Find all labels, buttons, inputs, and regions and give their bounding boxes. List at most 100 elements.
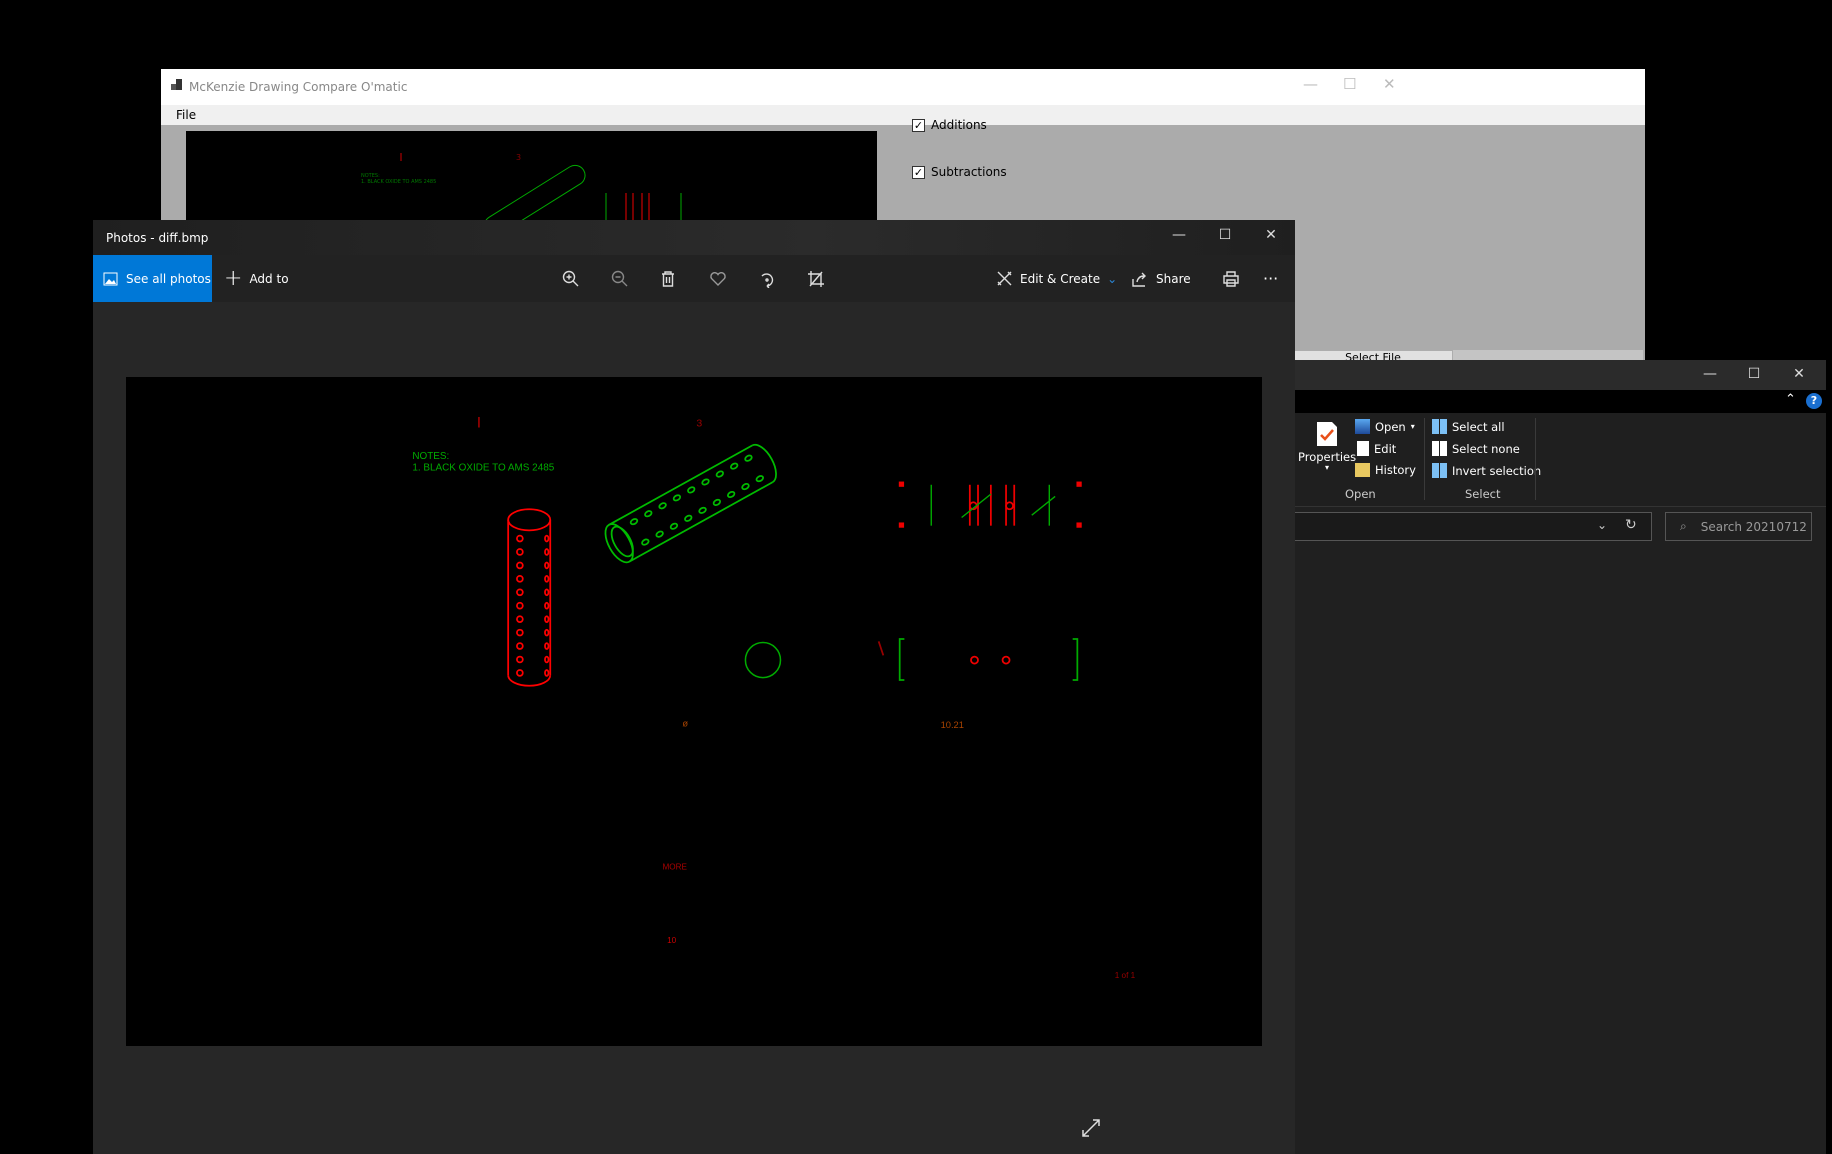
select-all-button[interactable]: Select all xyxy=(1432,419,1505,434)
history-label: History xyxy=(1375,463,1416,477)
open-button[interactable]: Open ▾ xyxy=(1355,419,1415,434)
hole xyxy=(544,588,550,597)
close-button[interactable]: ✕ xyxy=(1776,366,1822,382)
search-placeholder: Search 20210712 xyxy=(1700,519,1807,534)
hole xyxy=(544,642,550,650)
subtractions-checkbox[interactable]: ✓ Subtractions xyxy=(912,165,1007,179)
divider xyxy=(1535,418,1536,500)
more-icon: ··· xyxy=(1263,269,1279,288)
image-viewer[interactable]: 3 NOTES: 1. BLACK OXIDE TO AMS 2485 10.2 xyxy=(126,377,1262,1046)
title-bar: McKenzie Drawing Compare O'matic — ☐ ✕ xyxy=(161,69,1645,105)
hole xyxy=(715,470,724,478)
subtractions-label: Subtractions xyxy=(931,165,1007,179)
favorite-button[interactable] xyxy=(709,255,727,302)
svg-text:3: 3 xyxy=(516,153,521,162)
maximize-button[interactable]: ☐ xyxy=(1343,75,1356,93)
invert-selection-label: Invert selection xyxy=(1452,463,1542,478)
edit-create-button[interactable]: Edit & Create ⌄ xyxy=(996,255,1117,302)
edit-create-icon xyxy=(997,271,1012,286)
group-label-open: Open xyxy=(1345,487,1376,501)
expand-icon[interactable] xyxy=(1081,1118,1101,1138)
dropdown-arrow-icon: ▾ xyxy=(1325,463,1330,472)
maximize-button[interactable]: ☐ xyxy=(1731,366,1777,382)
crop-button[interactable] xyxy=(807,255,825,302)
file-explorer-window: — ☐ ✕ ⌃ ? Properties ▾ Open ▾ Edit History… xyxy=(1295,360,1826,1154)
select-all-label: Select all xyxy=(1452,419,1505,434)
hole xyxy=(687,486,696,494)
toolbar: See all photos + Add to Edit & Create ⌄ Sh… xyxy=(93,255,1295,302)
divider xyxy=(1424,418,1425,500)
photos-window: Photos - diff.bmp — ☐ ✕ See all photos +… xyxy=(93,220,1295,1154)
search-input[interactable]: ⌕ Search 20210712 xyxy=(1665,512,1812,541)
hole xyxy=(544,615,550,623)
minimize-button[interactable]: — xyxy=(1303,75,1318,93)
share-button[interactable]: Share xyxy=(1131,255,1191,302)
rotate-button[interactable] xyxy=(758,255,776,302)
share-icon xyxy=(1132,272,1146,287)
history-icon xyxy=(1355,463,1370,477)
hole xyxy=(730,462,739,470)
delete-icon xyxy=(662,270,674,287)
address-bar[interactable]: ⌄ ↻ xyxy=(1295,512,1652,541)
num-label: 10 xyxy=(667,936,677,945)
group-label-select: Select xyxy=(1465,487,1501,501)
checkmark-icon: ✓ xyxy=(912,118,925,132)
hole xyxy=(629,518,639,526)
edit-create-label: Edit & Create xyxy=(1020,271,1101,286)
edit-label: Edit xyxy=(1374,441,1397,456)
refresh-icon[interactable]: ↻ xyxy=(1625,517,1637,533)
select-none-button[interactable]: Select none xyxy=(1432,441,1520,456)
see-all-label: See all photos xyxy=(126,271,211,286)
maximize-button[interactable]: ☐ xyxy=(1202,227,1248,243)
open-label: Open xyxy=(1375,419,1406,434)
additions-checkbox[interactable]: ✓ Additions xyxy=(912,118,987,132)
more-label: MORE xyxy=(662,862,687,871)
add-to-label: Add to xyxy=(249,271,289,286)
hole xyxy=(516,575,524,583)
svg-text:ø: ø xyxy=(682,719,688,729)
edit-button[interactable]: Edit xyxy=(1357,441,1396,456)
more-button[interactable]: ··· xyxy=(1263,255,1278,302)
hole xyxy=(516,561,524,570)
drawing-preview: 3 NOTES: 1. BLACK OXIDE TO AMS 2485 xyxy=(186,131,877,231)
hole xyxy=(544,561,550,570)
hole xyxy=(544,669,550,677)
invert-selection-button[interactable]: Invert selection xyxy=(1432,463,1541,478)
properties-button[interactable]: Properties ▾ xyxy=(1298,421,1356,472)
minimize-button[interactable]: — xyxy=(1687,366,1733,382)
zoom-out-button[interactable] xyxy=(611,255,629,302)
add-to-button[interactable]: + Add to xyxy=(224,255,289,302)
see-all-photos-button[interactable]: See all photos xyxy=(93,255,212,302)
chevron-down-icon[interactable]: ⌄ xyxy=(1597,518,1607,532)
ribbon: Properties ▾ Open ▾ Edit History Select al… xyxy=(1295,413,1826,507)
close-button[interactable]: ✕ xyxy=(1383,75,1396,93)
hole xyxy=(544,548,550,556)
close-button[interactable]: ✕ xyxy=(1248,227,1294,243)
hole xyxy=(544,601,550,610)
delete-button[interactable] xyxy=(660,255,676,302)
hole xyxy=(516,615,524,623)
hole xyxy=(744,454,753,462)
help-icon[interactable]: ? xyxy=(1806,393,1822,409)
hole xyxy=(655,530,664,538)
menu-file[interactable]: File xyxy=(176,108,196,122)
history-button[interactable]: History xyxy=(1355,463,1416,477)
svg-text:1. BLACK OXIDE TO AMS 2485: 1. BLACK OXIDE TO AMS 2485 xyxy=(361,179,436,185)
open-icon xyxy=(1355,419,1370,434)
print-icon xyxy=(1223,270,1239,287)
hole xyxy=(741,483,750,491)
drawing-label-3: 3 xyxy=(696,417,702,429)
zoom-in-button[interactable] xyxy=(562,255,580,302)
hole xyxy=(544,575,550,583)
hole xyxy=(516,548,524,556)
print-button[interactable] xyxy=(1222,255,1240,302)
hole xyxy=(698,506,707,514)
sheet-label: 1 of 1 xyxy=(1115,971,1136,980)
search-icon: ⌕ xyxy=(1680,519,1687,533)
notes-title: NOTES: xyxy=(412,451,449,462)
additions-label: Additions xyxy=(931,118,987,132)
minimize-button[interactable]: — xyxy=(1156,227,1202,243)
collapse-ribbon-icon[interactable]: ⌃ xyxy=(1785,392,1796,407)
hole xyxy=(544,655,550,664)
app-icon xyxy=(171,79,182,90)
